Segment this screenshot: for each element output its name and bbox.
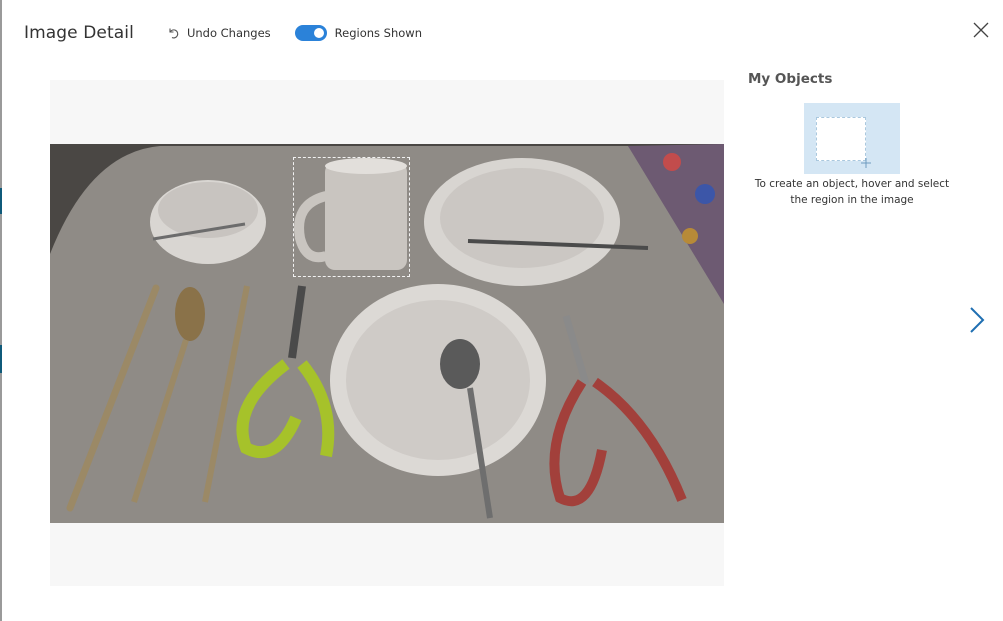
close-icon[interactable]	[972, 21, 990, 39]
background-accent-mark	[0, 345, 2, 373]
plus-icon	[861, 158, 871, 168]
undo-icon	[169, 28, 179, 39]
background-accent-mark	[0, 188, 2, 214]
background-window-edge	[0, 0, 2, 621]
regions-toggle-group: Regions Shown	[294, 25, 422, 41]
create-object-card[interactable]	[804, 103, 900, 174]
spoon-gold-head	[175, 287, 205, 341]
my-objects-title: My Objects	[748, 71, 833, 87]
undo-changes-label: Undo Changes	[186, 26, 271, 40]
undo-changes-button[interactable]: Undo Changes	[168, 26, 271, 40]
dialog-header: Image Detail Undo Changes Regions Shown	[24, 20, 422, 46]
pattern-dot	[695, 184, 715, 204]
create-object-hint: To create an object, hover and select th…	[754, 178, 950, 206]
spoon-head	[440, 339, 480, 389]
selected-region-box[interactable]	[293, 157, 410, 277]
plate-top-inner	[440, 168, 604, 268]
region-placeholder	[816, 117, 866, 161]
pattern-dot	[663, 153, 681, 171]
plate-bottom-inner	[346, 300, 530, 460]
pattern-dot	[682, 228, 698, 244]
dialog-title: Image Detail	[24, 23, 134, 43]
chevron-right-icon[interactable]	[966, 306, 988, 334]
regions-shown-toggle[interactable]	[294, 25, 327, 41]
toggle-knob	[313, 28, 324, 38]
regions-shown-label: Regions Shown	[334, 26, 422, 40]
